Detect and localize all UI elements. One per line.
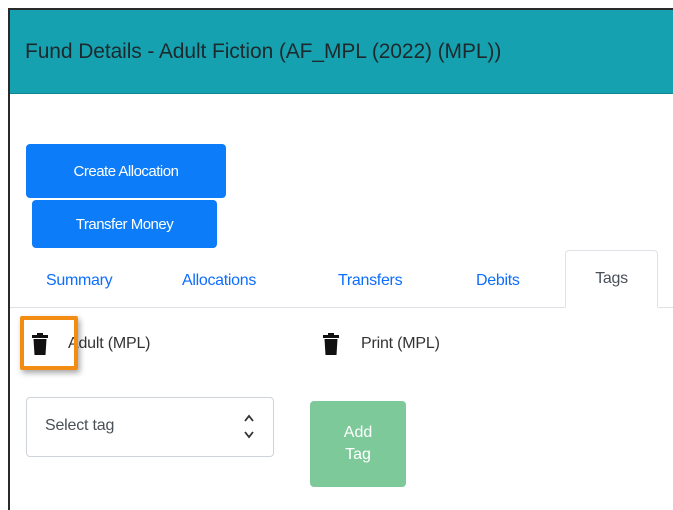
tag-select-placeholder: Select tag: [45, 417, 115, 434]
transfer-money-button[interactable]: Transfer Money: [32, 200, 217, 248]
tab-transfers[interactable]: Transfers: [338, 272, 403, 290]
tab-tags[interactable]: Tags: [565, 250, 658, 308]
tab-allocations[interactable]: Allocations: [182, 272, 256, 290]
tab-summary[interactable]: Summary: [46, 272, 113, 290]
create-allocation-button[interactable]: Create Allocation: [26, 144, 226, 198]
add-tag-label-line1: Add: [343, 424, 373, 441]
trash-icon[interactable]: [323, 333, 339, 355]
tag-label: Print (MPL): [361, 335, 440, 352]
dialog-header: Fund Details - Adult Fiction (AF_MPL (20…: [10, 10, 673, 94]
dialog-title: Fund Details - Adult Fiction (AF_MPL (20…: [25, 40, 502, 63]
tag-item-print: Print (MPL): [323, 333, 440, 355]
tag-select[interactable]: Select tag: [26, 397, 274, 457]
select-arrows-icon: [243, 412, 255, 442]
add-tag-button[interactable]: Add Tag: [310, 401, 406, 487]
tag-label: Adult (MPL): [68, 335, 151, 352]
add-tag-label-line2: Tag: [345, 446, 371, 463]
trash-highlight-box: [20, 316, 78, 370]
tab-debits[interactable]: Debits: [476, 272, 520, 290]
fund-tabs: Summary Allocations Transfers Debits Tag…: [10, 250, 673, 310]
fund-details-dialog: Fund Details - Adult Fiction (AF_MPL (20…: [8, 8, 673, 510]
